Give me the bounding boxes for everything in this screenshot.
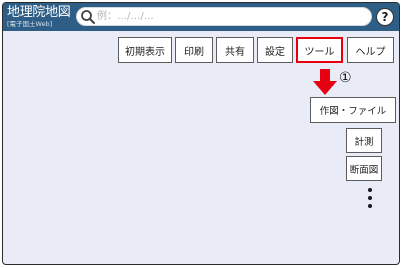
vertical-ellipsis-icon[interactable] [365, 188, 375, 214]
search-input[interactable] [97, 9, 365, 24]
step-marker: ① [339, 70, 352, 86]
print-button[interactable]: 印刷 [175, 37, 213, 63]
down-arrow-icon [313, 69, 337, 95]
search-box [76, 7, 372, 26]
app-window: 地理院地図 [電子国土Web] ? 初期表示 印刷 共有 設定 ツール ヘルプ … [2, 2, 400, 265]
cross-section-button[interactable]: 断面図 [346, 156, 382, 181]
share-button[interactable]: 共有 [216, 37, 254, 63]
top-menu: 初期表示 印刷 共有 設定 ツール ヘルプ [3, 37, 399, 65]
logo[interactable]: 地理院地図 [電子国土Web] [7, 5, 73, 29]
tools-button[interactable]: ツール [296, 37, 343, 63]
header-bar: 地理院地図 [電子国土Web] ? [3, 3, 399, 31]
initial-view-button[interactable]: 初期表示 [118, 37, 172, 63]
logo-title: 地理院地図 [7, 5, 71, 20]
help-icon[interactable]: ? [376, 8, 394, 26]
drawing-file-button[interactable]: 作図・ファイル [310, 97, 396, 123]
measure-button[interactable]: 計測 [346, 128, 382, 153]
logo-subtitle: [電子国土Web] [7, 20, 53, 28]
settings-button[interactable]: 設定 [257, 37, 293, 63]
search-icon[interactable] [80, 9, 96, 25]
help-button[interactable]: ヘルプ [347, 37, 394, 63]
